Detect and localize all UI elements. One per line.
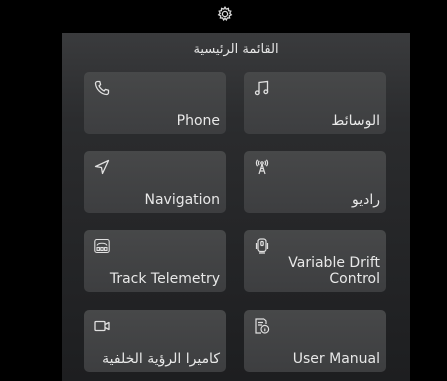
tile-phone-label: Phone	[176, 113, 220, 129]
tile-user-manual-label: User Manual	[292, 351, 380, 367]
tile-navigation-label: Navigation	[144, 192, 220, 208]
tile-variable-drift-control[interactable]: Variable Drift Control	[244, 230, 386, 292]
top-bar	[0, 0, 447, 33]
tile-media-label: الوسائط	[331, 113, 380, 129]
drift-control-icon	[254, 238, 270, 254]
camera-icon	[94, 318, 110, 334]
navigation-arrow-icon	[94, 159, 110, 175]
tile-rear-camera-label: كاميرا الرؤية الخلفية	[102, 351, 220, 367]
tile-navigation[interactable]: Navigation	[84, 151, 226, 213]
tile-track-telemetry-label: Track Telemetry	[109, 271, 220, 287]
tile-phone[interactable]: Phone	[84, 72, 226, 134]
telemetry-gauge-icon	[94, 238, 110, 254]
tile-track-telemetry[interactable]: Track Telemetry	[84, 230, 226, 292]
tile-user-manual[interactable]: User Manual	[244, 310, 386, 372]
tile-radio-label: راديو	[351, 192, 380, 208]
tile-radio[interactable]: راديو	[244, 151, 386, 213]
page-title: القائمة الرئيسية	[193, 42, 279, 57]
gear-icon[interactable]	[217, 6, 233, 22]
radio-tower-icon	[254, 159, 270, 175]
manual-info-icon	[254, 318, 270, 334]
music-note-icon	[254, 80, 270, 96]
tile-media[interactable]: الوسائط	[244, 72, 386, 134]
tile-rear-camera[interactable]: كاميرا الرؤية الخلفية	[84, 310, 226, 372]
tile-variable-drift-control-label: Variable Drift Control	[288, 255, 380, 287]
phone-icon	[94, 80, 110, 96]
main-menu-panel: القائمة الرئيسية Phone الوسائط Navigatio…	[62, 33, 410, 381]
